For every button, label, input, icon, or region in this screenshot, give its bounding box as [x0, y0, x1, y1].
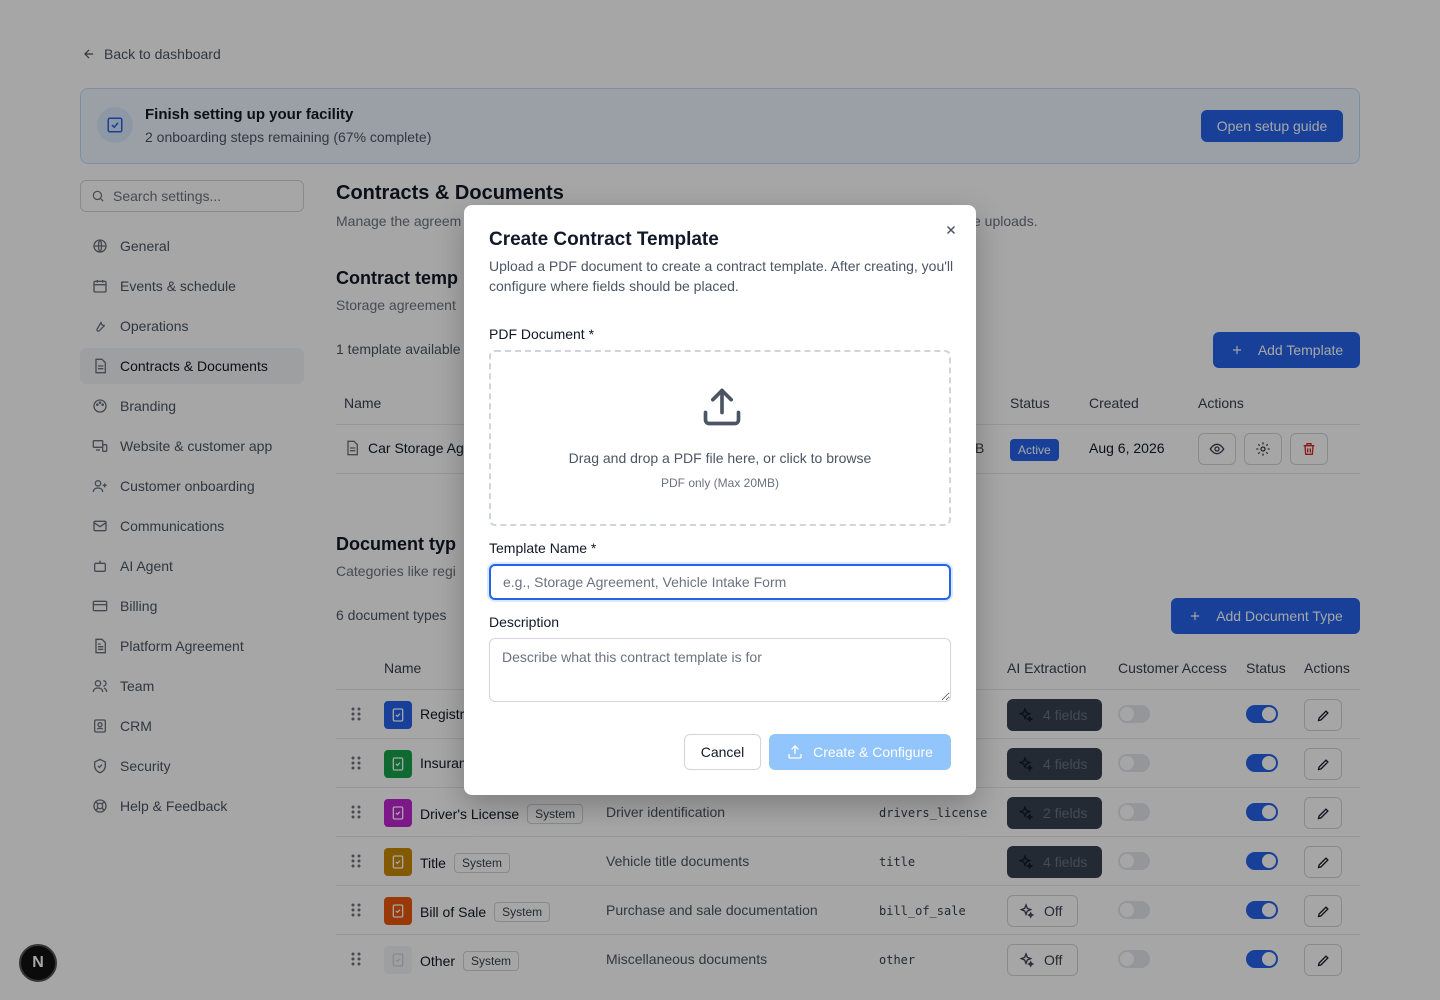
- dropzone-text: Drag and drop a PDF file here, or click …: [568, 450, 872, 466]
- pdf-document-label: PDF Document *: [489, 326, 595, 342]
- pdf-dropzone[interactable]: Drag and drop a PDF file here, or click …: [489, 350, 951, 526]
- template-name-input[interactable]: [489, 564, 951, 600]
- upload-icon: [788, 745, 802, 759]
- dropzone-hint: PDF only (Max 20MB): [660, 476, 780, 490]
- close-icon[interactable]: [942, 221, 960, 239]
- description-textarea[interactable]: [489, 638, 951, 702]
- description-label: Description: [489, 614, 560, 630]
- template-name-label: Template Name *: [489, 540, 597, 556]
- create-button-label: Create & Configure: [813, 744, 933, 760]
- dialog-description: Upload a PDF document to create a contra…: [489, 258, 954, 294]
- create-and-configure-button[interactable]: Create & Configure: [769, 734, 951, 770]
- cancel-button[interactable]: Cancel: [684, 734, 761, 770]
- dialog-title: Create Contract Template: [489, 229, 719, 250]
- upload-icon: [700, 385, 744, 429]
- create-contract-template-dialog: Create Contract Template Upload a PDF do…: [464, 205, 976, 795]
